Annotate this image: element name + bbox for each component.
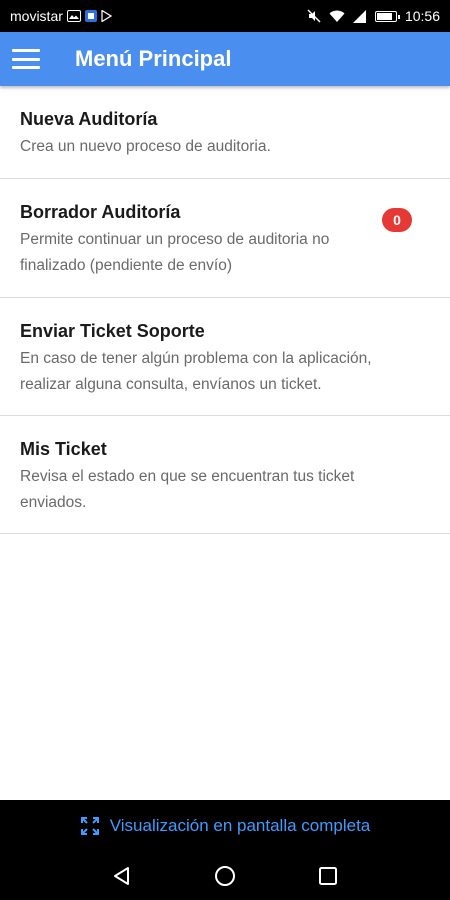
menu-item-description: Permite continuar un proceso de auditori… — [20, 231, 330, 274]
fullscreen-label: Visualización en pantalla completa — [109, 816, 371, 835]
menu-item-title: Mis Ticket — [20, 439, 107, 459]
page-title: Menú Principal — [75, 46, 232, 71]
signal-icon — [352, 9, 367, 23]
menu-item-description: En caso de tener algún problema con la a… — [20, 350, 372, 393]
recents-square-icon[interactable] — [308, 856, 348, 896]
fullscreen-button[interactable]: Visualización en pantalla completa — [0, 800, 450, 852]
menu-item-nueva-auditoria[interactable]: Nueva Auditoría Crea un nuevo proceso de… — [0, 86, 450, 179]
menu-item-title: Nueva Auditoría — [20, 109, 158, 129]
hamburger-menu-icon[interactable] — [12, 49, 40, 69]
clock: 10:56 — [404, 8, 440, 24]
wifi-icon — [329, 10, 345, 23]
menu-item-title: Enviar Ticket Soporte — [20, 321, 205, 341]
back-triangle-icon[interactable] — [102, 856, 142, 896]
menu-item-enviar-ticket[interactable]: Enviar Ticket Soporte En caso de tener a… — [0, 298, 450, 416]
carrier-name: movistar — [10, 8, 63, 24]
mute-icon — [307, 9, 321, 23]
photo-notification-icon — [66, 10, 81, 22]
menu-item-description: Revisa el estado en que se encuentran tu… — [20, 468, 355, 511]
menu-item-mis-ticket[interactable]: Mis Ticket Revisa el estado en que se en… — [0, 416, 450, 534]
app-notification-icon — [84, 10, 97, 22]
draft-count-badge: 0 — [382, 208, 412, 232]
home-circle-icon[interactable] — [205, 856, 245, 896]
status-bar: movistar 10:56 — [0, 0, 450, 32]
menu-list: Nueva Auditoría Crea un nuevo proceso de… — [0, 86, 450, 534]
menu-item-description: Crea un nuevo proceso de auditoria. — [20, 138, 271, 155]
battery-icon — [374, 10, 400, 22]
system-nav-bar — [0, 852, 450, 900]
fullscreen-expand-icon — [80, 816, 100, 836]
play-store-icon — [101, 10, 112, 22]
menu-item-borrador-auditoria[interactable]: Borrador Auditoría Permite continuar un … — [0, 179, 450, 298]
menu-item-title: Borrador Auditoría — [20, 202, 181, 222]
app-bar: Menú Principal — [0, 32, 450, 86]
